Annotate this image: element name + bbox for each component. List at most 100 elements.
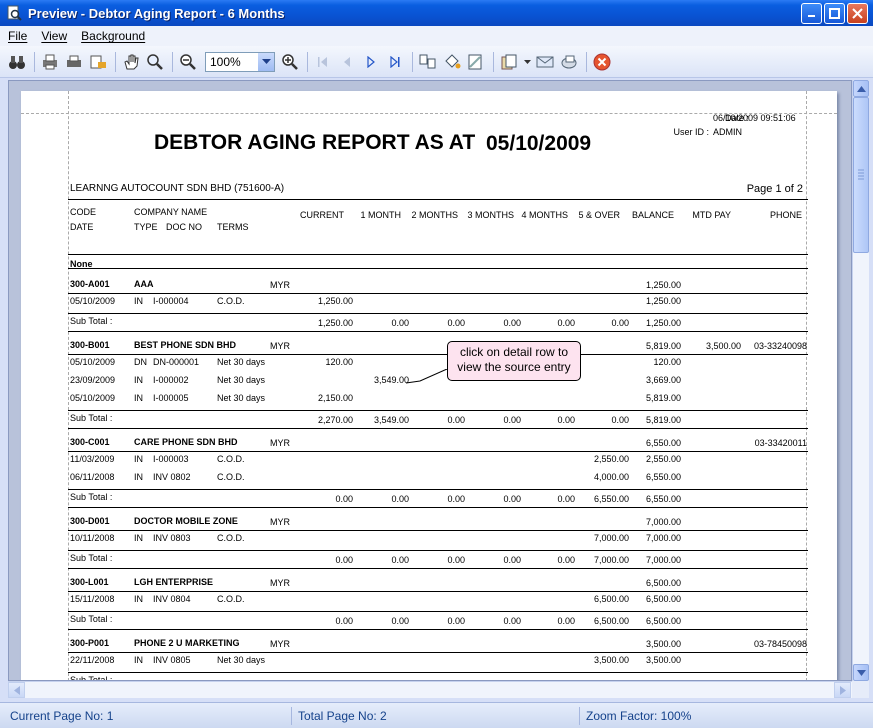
header-doc-no: DOC NO <box>166 222 202 232</box>
scroll-right-button[interactable] <box>834 682 851 698</box>
print-options-icon <box>90 55 106 68</box>
hand-tool-button[interactable] <box>120 51 142 73</box>
detail-date: 05/10/2009 <box>70 393 116 403</box>
color-button[interactable] <box>441 51 463 73</box>
toolbar: 100% <box>0 46 873 78</box>
paint-bucket-icon <box>445 53 461 68</box>
export-file-icon <box>561 55 577 68</box>
zoom-out-icon <box>180 53 196 70</box>
export-document-icon <box>501 54 517 69</box>
detail-terms: C.O.D. <box>217 296 245 306</box>
detail-doc-no: I-000005 <box>153 393 189 403</box>
row-rule <box>68 451 808 452</box>
close-preview-button[interactable] <box>591 51 613 73</box>
previous-page-button[interactable] <box>336 51 358 73</box>
detail-balance: 6,500.00 <box>645 594 681 604</box>
scroll-up-button[interactable] <box>853 80 869 97</box>
export-button[interactable] <box>498 51 520 73</box>
subtotal-current: 1,250.00 <box>317 318 353 328</box>
vertical-scrollbar[interactable] <box>852 80 869 681</box>
header-1-month: 1 MONTH <box>360 210 402 220</box>
watermark-button[interactable] <box>465 51 487 73</box>
debtor-phone: 03-33240098 <box>753 341 807 351</box>
debtor-code: 300-A001 <box>70 279 110 289</box>
subtotal-label: Sub Total : <box>70 553 113 563</box>
first-page-button[interactable] <box>312 51 334 73</box>
preview-area[interactable]: Date : 06/10/2009 09:51:06 User ID : ADM… <box>8 80 852 681</box>
subtotal-m5: 0.00 <box>611 318 629 328</box>
zoom-select[interactable]: 100% <box>205 51 275 72</box>
menu-view[interactable]: View <box>41 29 67 43</box>
window-title: Preview - Debtor Aging Report - 6 Months <box>28 5 285 21</box>
detail-terms: Net 30 days <box>217 393 266 403</box>
horizontal-scrollbar[interactable] <box>8 681 852 698</box>
status-total-page: Total Page No: 2 <box>292 707 580 725</box>
export-dropdown-button[interactable] <box>522 51 532 73</box>
arrow-right-icon <box>839 685 846 695</box>
scroll-down-button[interactable] <box>853 664 869 681</box>
subtotal-m5: 6,550.00 <box>593 494 629 504</box>
detail-current: 2,150.00 <box>317 393 353 403</box>
print-button[interactable] <box>63 51 85 73</box>
subtotal-m4: 0.00 <box>557 616 575 626</box>
debtor-phone: 03-78450098 <box>753 639 807 649</box>
report-as-at-date: 05/10/2009 <box>486 132 592 155</box>
row-rule <box>68 354 808 355</box>
header-2-months: 2 MONTHS <box>411 210 458 220</box>
menu-background[interactable]: Background <box>81 29 145 43</box>
export-file-button[interactable] <box>558 51 580 73</box>
toolbar-separator <box>34 51 35 72</box>
subtotal-label: Sub Total : <box>70 316 113 326</box>
row-rule <box>68 331 808 332</box>
subtotal-current: 0.00 <box>335 494 353 504</box>
hand-icon <box>124 54 139 69</box>
detail-doc-no: DN-000001 <box>153 357 200 367</box>
debtor-phone: 03-33420011 <box>754 438 807 448</box>
row-rule <box>68 268 808 269</box>
debtor-name: CARE PHONE SDN BHD <box>134 437 238 447</box>
printer-setup-icon <box>43 54 57 69</box>
toolbar-separator <box>115 51 116 72</box>
close-button[interactable] <box>847 2 868 24</box>
subtotal-m5: 7,000.00 <box>593 555 629 565</box>
status-current-page: Current Page No: 1 <box>4 707 292 725</box>
quick-print-button[interactable] <box>87 51 109 73</box>
arrow-left-icon <box>13 685 20 695</box>
debtor-currency: MYR <box>270 639 290 649</box>
zoom-in-button[interactable] <box>279 51 301 73</box>
zoom-out-button[interactable] <box>177 51 199 73</box>
detail-date: 23/09/2009 <box>70 375 116 385</box>
last-page-icon <box>390 55 400 68</box>
detail-type: IN <box>134 533 143 543</box>
next-page-button[interactable] <box>360 51 382 73</box>
debtor-name: LGH ENTERPRISE <box>134 577 214 587</box>
maximize-button[interactable] <box>824 2 845 24</box>
page-setup-button[interactable] <box>39 51 61 73</box>
scroll-corner <box>852 681 869 698</box>
multiple-pages-button[interactable] <box>417 51 439 73</box>
tooltip-pointer <box>405 369 448 384</box>
close-circle-icon <box>593 53 611 70</box>
vertical-scroll-thumb[interactable] <box>853 97 869 253</box>
debtor-name: AAA <box>134 279 154 289</box>
minimize-button[interactable] <box>801 2 822 24</box>
chevron-down-icon <box>523 59 531 64</box>
debtor-balance: 6,500.00 <box>645 578 681 588</box>
send-email-button[interactable] <box>534 51 556 73</box>
scroll-left-button[interactable] <box>8 682 25 698</box>
arrow-up-icon <box>856 85 866 92</box>
toolbar-separator <box>493 51 494 72</box>
subtotal-balance: 5,819.00 <box>645 415 681 425</box>
header-3-months: 3 MONTHS <box>467 210 514 220</box>
magnifier-tool-button[interactable] <box>144 51 166 73</box>
menu-file[interactable]: File <box>8 29 27 43</box>
detail-doc-no: I-000004 <box>153 296 189 306</box>
detail-5-over: 2,550.00 <box>593 454 629 464</box>
last-page-button[interactable] <box>384 51 406 73</box>
zoom-dropdown-button[interactable] <box>258 52 274 71</box>
status-bar: Current Page No: 1 Total Page No: 2 Zoom… <box>0 702 873 728</box>
find-button[interactable] <box>6 51 28 73</box>
subtotal-m3: 0.00 <box>503 318 521 328</box>
debtor-balance: 3,500.00 <box>645 639 681 649</box>
company-name: LEARNNG AUTOCOUNT SDN BHD (751600-A) <box>70 183 285 194</box>
